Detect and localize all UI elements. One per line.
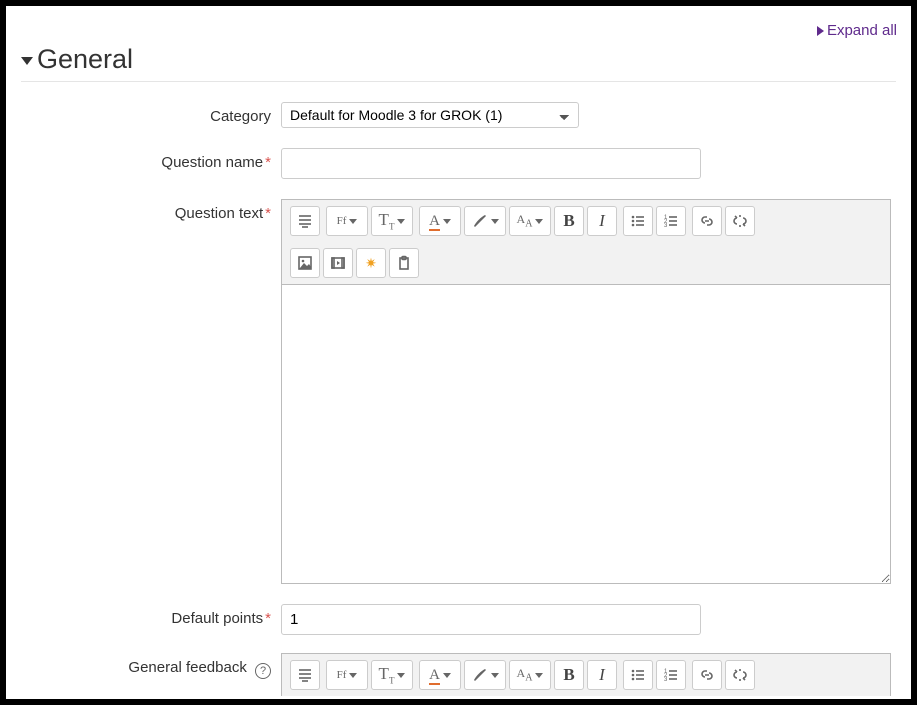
- editor-toolbar: Ff TT A AA B I 123: [281, 199, 891, 284]
- default-points-label: Default points*: [21, 604, 281, 627]
- general-feedback-editor: Ff TT A AA B I 123: [281, 653, 891, 696]
- burst-icon: ✷: [365, 255, 377, 272]
- unlink-icon: [732, 213, 748, 229]
- bullet-list-icon: [630, 667, 646, 683]
- image-button[interactable]: [290, 248, 320, 278]
- font-size-button[interactable]: TT: [371, 206, 413, 236]
- bullet-list-button[interactable]: [623, 660, 653, 690]
- italic-button[interactable]: I: [587, 206, 617, 236]
- question-text-label: Question text*: [21, 199, 281, 222]
- toolbar-toggle-button[interactable]: [290, 206, 320, 236]
- bold-button[interactable]: B: [554, 660, 584, 690]
- italic-icon: I: [599, 211, 605, 231]
- link-button[interactable]: [692, 660, 722, 690]
- default-points-input[interactable]: [281, 604, 701, 635]
- caret-down-icon: [491, 219, 499, 224]
- brush-icon: [472, 213, 488, 229]
- bold-icon: B: [563, 211, 574, 231]
- question-name-label: Question name*: [21, 148, 281, 171]
- italic-button[interactable]: I: [587, 660, 617, 690]
- caret-down-icon: [397, 219, 405, 224]
- font-color-icon: A: [429, 212, 440, 231]
- font-size-button[interactable]: TT: [371, 660, 413, 690]
- section-general-header[interactable]: General: [21, 44, 896, 82]
- required-marker: *: [265, 205, 271, 222]
- category-select[interactable]: Default for Moodle 3 for GROK (1): [281, 102, 579, 128]
- toolbar-toggle-button[interactable]: [290, 660, 320, 690]
- section-title-label: General: [37, 44, 133, 74]
- clipboard-icon: [396, 255, 412, 271]
- highlight-button[interactable]: [464, 660, 506, 690]
- required-marker: *: [265, 610, 271, 627]
- font-family-button[interactable]: Ff: [326, 660, 368, 690]
- highlight-button[interactable]: [464, 206, 506, 236]
- caret-down-icon: [443, 219, 451, 224]
- brush-icon: [472, 667, 488, 683]
- manage-files-button[interactable]: ✷: [356, 248, 386, 278]
- expand-all-label: Expand all: [827, 22, 897, 39]
- question-name-input[interactable]: [281, 148, 701, 179]
- caret-down-icon: [443, 673, 451, 678]
- caret-down-icon: [397, 673, 405, 678]
- subsup-icon: AA: [517, 666, 533, 683]
- subsup-icon: AA: [517, 212, 533, 229]
- font-size-icon: TT: [379, 210, 395, 231]
- number-list-button[interactable]: 123: [656, 660, 686, 690]
- film-icon: [330, 255, 346, 271]
- font-family-icon: Ff: [337, 215, 347, 227]
- number-list-icon: 123: [663, 667, 679, 683]
- bold-icon: B: [563, 665, 574, 685]
- help-icon[interactable]: ?: [255, 663, 271, 679]
- link-button[interactable]: [692, 206, 722, 236]
- svg-text:3: 3: [664, 223, 668, 229]
- unlink-button[interactable]: [725, 206, 755, 236]
- link-icon: [699, 213, 715, 229]
- number-list-button[interactable]: 123: [656, 206, 686, 236]
- toolbar-rows-icon: [297, 213, 313, 229]
- number-list-icon: 123: [663, 213, 679, 229]
- caret-down-icon: [535, 673, 543, 678]
- video-button[interactable]: [323, 248, 353, 278]
- font-color-button[interactable]: A: [419, 660, 461, 690]
- italic-icon: I: [599, 665, 605, 685]
- expand-all-link[interactable]: Expand all: [817, 22, 897, 39]
- caret-down-icon: [349, 673, 357, 678]
- general-feedback-label: General feedback ?: [21, 653, 281, 679]
- font-color-button[interactable]: A: [419, 206, 461, 236]
- caret-right-icon: [817, 26, 824, 36]
- bold-button[interactable]: B: [554, 206, 584, 236]
- editor-toolbar: Ff TT A AA B I 123: [281, 653, 891, 696]
- unlink-icon: [732, 667, 748, 683]
- link-icon: [699, 667, 715, 683]
- required-marker: *: [265, 154, 271, 171]
- caret-down-icon: [491, 673, 499, 678]
- font-family-button[interactable]: Ff: [326, 206, 368, 236]
- font-size-icon: TT: [379, 664, 395, 685]
- toolbar-rows-icon: [297, 667, 313, 683]
- subscript-button[interactable]: AA: [509, 206, 551, 236]
- clipboard-button[interactable]: [389, 248, 419, 278]
- caret-down-icon: [21, 57, 33, 65]
- unlink-button[interactable]: [725, 660, 755, 690]
- bullet-list-icon: [630, 213, 646, 229]
- question-text-textarea[interactable]: [281, 284, 891, 584]
- subscript-button[interactable]: AA: [509, 660, 551, 690]
- category-label: Category: [21, 102, 281, 125]
- font-family-icon: Ff: [337, 669, 347, 681]
- image-icon: [297, 255, 313, 271]
- font-color-icon: A: [429, 666, 440, 685]
- bullet-list-button[interactable]: [623, 206, 653, 236]
- caret-down-icon: [349, 219, 357, 224]
- question-text-editor: Ff TT A AA B I 123: [281, 199, 891, 584]
- caret-down-icon: [535, 219, 543, 224]
- svg-text:3: 3: [664, 677, 668, 683]
